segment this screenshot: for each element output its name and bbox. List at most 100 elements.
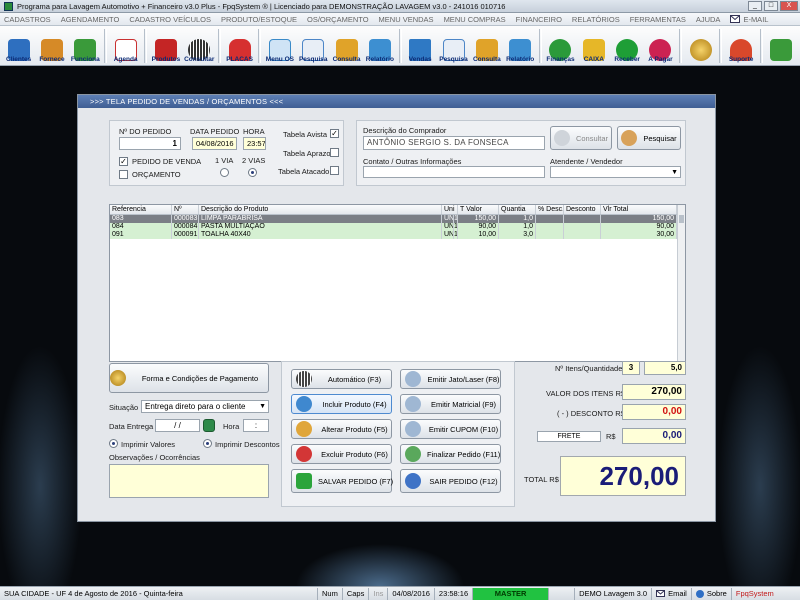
coin-stack-icon (110, 370, 126, 386)
toolbar-a-pagar-button[interactable]: A Pagar (644, 27, 677, 65)
sair-pedido-label: SAIR PEDIDO (F12) (429, 476, 498, 486)
consultar-button[interactable]: Consultar (550, 126, 612, 150)
hora-entrega-field[interactable]: : (243, 419, 269, 432)
data-entrega-label: Data Entrega (109, 422, 154, 431)
excluir-produto-button[interactable]: Excluir Produto (F6) (291, 444, 392, 464)
status-email-button[interactable]: Email (652, 587, 692, 600)
maximize-button[interactable]: □ (764, 1, 778, 11)
via2-radio[interactable] (248, 168, 257, 177)
toolbar-fornece-button[interactable]: Fornece (35, 27, 68, 65)
toolbar-consulta-button[interactable]: Consulta (330, 27, 363, 65)
sair-pedido-button[interactable]: SAIR PEDIDO (F12) (400, 469, 501, 493)
salvar-pedido-button[interactable]: SALVAR PEDIDO (F7) (291, 469, 393, 493)
status-sobre-button[interactable]: Sobre (692, 587, 732, 600)
toolbar-receber-button[interactable]: Receber (610, 27, 643, 65)
menu-financeiro[interactable]: FINANCEIRO (516, 15, 562, 24)
comprador-field[interactable]: ANTÔNIO SERGIO S. DA FONSECA (363, 136, 545, 150)
data-pedido-field[interactable]: 04/08/2016 (192, 137, 237, 150)
col-referencia[interactable]: Referencia (110, 205, 172, 214)
toolbar-relatorio-button[interactable]: Relatório (363, 27, 396, 65)
forma-pagamento-button[interactable]: Forma e Condições de Pagamento (109, 363, 269, 393)
toolbar-separator (258, 29, 262, 63)
col-descricao[interactable]: Descrição do Produto (199, 205, 442, 214)
pesquisar-button[interactable]: Pesquisar (617, 126, 681, 150)
table-row[interactable]: 083 000083 LIMPA PARABRISA UNI 1 150,00 … (110, 215, 685, 223)
emitir-cupom-button[interactable]: Emitir CUPOM (F10) (400, 419, 501, 439)
automatico-button[interactable]: Automático (F3) (291, 369, 392, 389)
orcamento-checkbox[interactable] (119, 170, 128, 179)
frete-field[interactable]: 0,00 (622, 428, 686, 444)
toolbar-consulta-vendas-button[interactable]: Consulta (470, 27, 503, 65)
menu-ajuda[interactable]: AJUDA (696, 15, 721, 24)
tabela-avista-checkbox[interactable]: ✓ (330, 129, 339, 138)
col-unidade[interactable]: Uni (442, 205, 458, 214)
toolbar-clientes-button[interactable]: Clientes (2, 27, 35, 65)
table-scrollbar[interactable] (677, 205, 685, 361)
calendar-icon[interactable] (203, 419, 215, 432)
observacoes-field[interactable] (109, 464, 269, 498)
contato-field[interactable] (363, 166, 545, 178)
finalize-icon (405, 446, 421, 462)
menu-os-orcamento[interactable]: OS/ORÇAMENTO (307, 15, 369, 24)
barcode-icon (296, 371, 312, 387)
finalizar-pedido-button[interactable]: Finalizar Pedido (F11) (400, 444, 501, 464)
menu-email[interactable]: E-MAIL (730, 15, 768, 24)
col-quantia[interactable]: Quantia (499, 205, 536, 214)
hora-field[interactable]: 23:57 (243, 137, 266, 150)
numero-pedido-field[interactable]: 1 (119, 137, 181, 150)
emitir-matricial-label: Emitir Matricial (F9) (431, 399, 496, 409)
toolbar-pesquisa-vendas-button[interactable]: Pesquisa (437, 27, 470, 65)
table-row[interactable]: 084 000084 PASTA MULTIAÇÃO UNI 1 90,00 1… (110, 223, 685, 231)
incluir-produto-button[interactable]: Incluir Produto (F4) (291, 394, 392, 414)
via1-radio[interactable] (220, 168, 229, 177)
toolbar-menu-os-button[interactable]: Menu OS (263, 27, 296, 65)
toolbar-consultar-button[interactable]: Consultar (183, 27, 216, 65)
menu-cadastro-veiculos[interactable]: CADASTRO VEÍCULOS (129, 15, 211, 24)
menu-relatorios[interactable]: RELATÓRIOS (572, 15, 620, 24)
emitir-matricial-button[interactable]: Emitir Matricial (F9) (400, 394, 501, 414)
imprimir-descontos-radio[interactable] (203, 439, 212, 448)
menu-vendas[interactable]: MENU VENDAS (379, 15, 434, 24)
col-numero[interactable]: Nº (172, 205, 199, 214)
toolbar-financas-button[interactable]: Finanças (544, 27, 577, 65)
imprimir-valores-radio[interactable] (109, 439, 118, 448)
items-table[interactable]: Referencia Nº Descrição do Produto Uni T… (109, 204, 686, 362)
tabela-atacado-checkbox[interactable] (330, 166, 339, 175)
minimize-button[interactable]: _ (748, 1, 762, 11)
toolbar-vendas-button[interactable]: Vendas (404, 27, 437, 65)
toolbar-suporte-button[interactable]: Suporte (724, 27, 757, 65)
toolbar-caixa-button[interactable]: CAIXA (577, 27, 610, 65)
col-desconto[interactable]: Desconto (564, 205, 601, 214)
desconto-field[interactable]: 0,00 (622, 404, 686, 420)
emitir-jato-label: Emitir Jato/Laser (F8) (427, 374, 500, 384)
atendente-select[interactable]: ▼ (550, 166, 681, 178)
data-entrega-field[interactable]: / / (155, 419, 200, 432)
menu-compras[interactable]: MENU COMPRAS (444, 15, 506, 24)
menu-ferramentas[interactable]: FERRAMENTAS (630, 15, 686, 24)
close-button[interactable]: X (780, 1, 798, 11)
toolbar-coin-button[interactable] (684, 27, 717, 65)
toolbar-produtos-button[interactable]: Produtos (149, 27, 182, 65)
scrollbar-thumb[interactable] (679, 215, 684, 223)
col-total[interactable]: Vlr Total (601, 205, 677, 214)
pedido-venda-checkbox[interactable]: ✓ (119, 157, 128, 166)
menu-agendamento[interactable]: AGENDAMENTO (61, 15, 120, 24)
receipt-printer-icon (405, 421, 421, 437)
table-row[interactable]: 091 000091 TOALHA 40X40 UNI 1 10,00 3,0 … (110, 231, 685, 239)
col-valor[interactable]: T Valor (458, 205, 499, 214)
toolbar-label: Agenda (113, 56, 138, 63)
toolbar-relatorio-vendas-button[interactable]: Relatório (504, 27, 537, 65)
forma-pagamento-label: Forma e Condições de Pagamento (141, 373, 259, 383)
toolbar-pesquisa-button[interactable]: Pesquisa (297, 27, 330, 65)
menu-produto-estoque[interactable]: PRODUTO/ESTOQUE (221, 15, 297, 24)
alterar-produto-button[interactable]: Alterar Produto (F5) (291, 419, 392, 439)
col-perc-desc[interactable]: % Desc. (536, 205, 564, 214)
tabela-aprazo-checkbox[interactable] (330, 148, 339, 157)
toolbar-agenda-button[interactable]: Agenda (109, 27, 142, 65)
menu-cadastros[interactable]: CADASTROS (4, 15, 51, 24)
situacao-select[interactable]: Entrega direto para o cliente ▼ (141, 400, 269, 413)
toolbar-exit-button[interactable] (765, 27, 798, 65)
emitir-jato-button[interactable]: Emitir Jato/Laser (F8) (400, 369, 501, 389)
toolbar-funciona-button[interactable]: Funciona (69, 27, 102, 65)
toolbar-placas-button[interactable]: PLACAS (223, 27, 256, 65)
